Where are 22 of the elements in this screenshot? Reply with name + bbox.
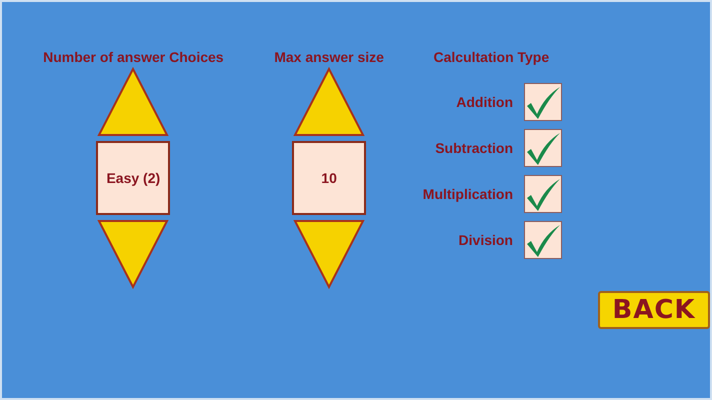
option-label: Addition xyxy=(456,94,513,110)
checkmark-icon xyxy=(525,132,561,166)
checkmark-icon xyxy=(525,224,561,258)
option-label: Multiplication xyxy=(422,186,513,202)
checkbox[interactable] xyxy=(524,129,562,167)
checkbox[interactable] xyxy=(524,83,562,121)
back-button[interactable]: BACK xyxy=(598,291,710,329)
up-arrow-button[interactable] xyxy=(293,67,366,137)
down-arrow-button[interactable] xyxy=(293,219,366,289)
down-arrow-button[interactable] xyxy=(97,219,170,289)
checkmark-icon xyxy=(525,178,561,212)
checkmark-icon xyxy=(525,86,561,120)
section-title: Calcultation Type xyxy=(434,48,550,67)
setting-title: Number of answer Choices xyxy=(43,48,224,67)
up-arrow-button[interactable] xyxy=(97,67,170,137)
checkbox[interactable] xyxy=(524,175,562,213)
option-label: Division xyxy=(458,232,513,248)
setting-title: Max answer size xyxy=(274,48,384,67)
checkbox[interactable] xyxy=(524,221,562,259)
option-label: Subtraction xyxy=(435,140,513,156)
value-display: Easy (2) xyxy=(96,141,170,215)
value-display: 10 xyxy=(292,141,366,215)
